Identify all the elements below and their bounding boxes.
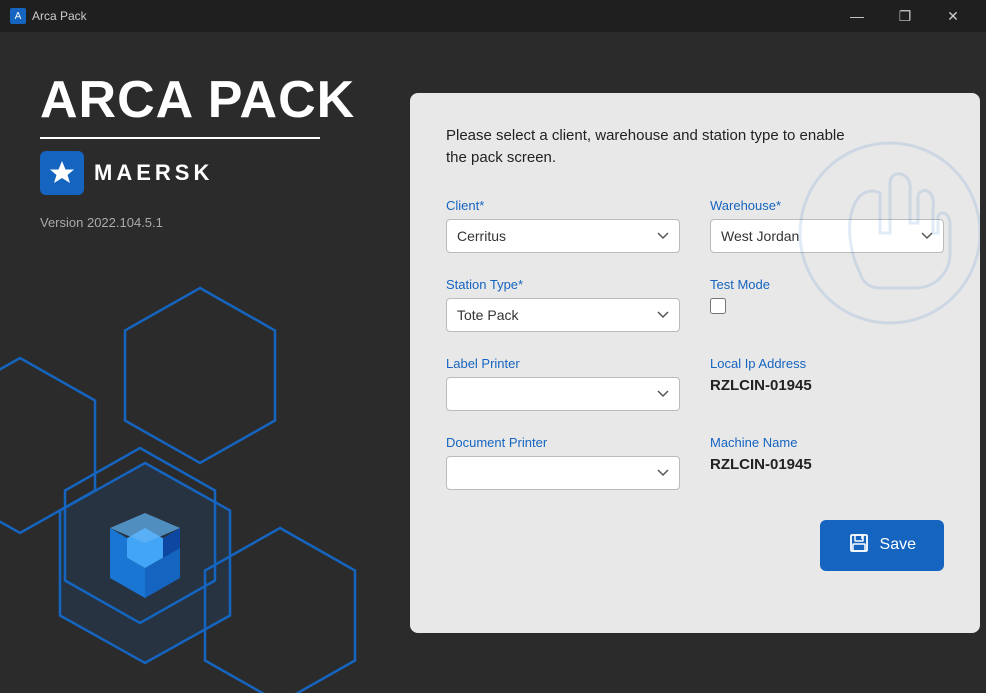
- right-panel: Please select a client, warehouse and st…: [390, 32, 986, 693]
- app-icon: A: [10, 8, 26, 24]
- label-printer-select[interactable]: [446, 377, 680, 411]
- machine-name-value: RZLCIN-01945: [710, 456, 944, 473]
- warehouse-group: Warehouse* West Jordan: [710, 198, 944, 253]
- client-label: Client*: [446, 198, 680, 213]
- save-btn-row: Save: [446, 520, 944, 571]
- machine-name-group: Machine Name RZLCIN-01945: [710, 435, 944, 490]
- minimize-button[interactable]: —: [834, 0, 880, 32]
- app-title: ARCA PACK: [40, 72, 390, 129]
- save-button[interactable]: Save: [820, 520, 944, 571]
- label-printer-label: Label Printer: [446, 356, 680, 371]
- machine-name-label: Machine Name: [710, 435, 944, 450]
- hex-container: [0, 293, 390, 693]
- save-label: Save: [880, 536, 916, 554]
- hex-1: [0, 353, 100, 538]
- warehouse-label: Warehouse*: [710, 198, 944, 213]
- hex-2: [120, 283, 280, 468]
- save-icon: [848, 532, 870, 559]
- local-ip-label: Local Ip Address: [710, 356, 944, 371]
- title-bar-controls: — ❐ ✕: [834, 0, 976, 32]
- title-bar-text: Arca Pack: [32, 9, 87, 23]
- client-select[interactable]: Cerritus: [446, 219, 680, 253]
- hex-3: [60, 443, 220, 628]
- document-printer-label: Document Printer: [446, 435, 680, 450]
- station-type-label: Station Type*: [446, 277, 680, 292]
- client-group: Client* Cerritus: [446, 198, 680, 253]
- title-bar-left: A Arca Pack: [10, 8, 87, 24]
- label-printer-ip-row: Label Printer Local Ip Address RZLCIN-01…: [446, 356, 944, 411]
- form-intro: Please select a client, warehouse and st…: [446, 125, 866, 170]
- test-mode-group: Test Mode: [710, 277, 944, 332]
- version-text: Version 2022.104.5.1: [40, 215, 350, 230]
- test-mode-label: Test Mode: [710, 277, 944, 292]
- maersk-label: MAERSK: [94, 160, 213, 186]
- title-bar: A Arca Pack — ❐ ✕: [0, 0, 986, 32]
- box-hex: [55, 458, 235, 673]
- test-mode-checkbox-row: [710, 298, 944, 314]
- maersk-brand: MAERSK: [40, 151, 350, 195]
- close-button[interactable]: ✕: [930, 0, 976, 32]
- maersk-star-icon: [40, 151, 84, 195]
- warehouse-select[interactable]: West Jordan: [710, 219, 944, 253]
- document-printer-group: Document Printer: [446, 435, 680, 490]
- local-ip-group: Local Ip Address RZLCIN-01945: [710, 356, 944, 411]
- form-card: Please select a client, warehouse and st…: [410, 93, 980, 633]
- document-printer-select[interactable]: [446, 456, 680, 490]
- test-mode-checkbox[interactable]: [710, 298, 726, 314]
- left-panel: ARCA PACK MAERSK Version 2022.104.5.1: [0, 32, 390, 693]
- label-printer-group: Label Printer: [446, 356, 680, 411]
- doc-printer-machine-row: Document Printer Machine Name RZLCIN-019…: [446, 435, 944, 490]
- station-type-group: Station Type* Tote Pack: [446, 277, 680, 332]
- maximize-button[interactable]: ❐: [882, 0, 928, 32]
- local-ip-value: RZLCIN-01945: [710, 377, 944, 394]
- station-testmode-row: Station Type* Tote Pack Test Mode: [446, 277, 944, 332]
- main-content: ARCA PACK MAERSK Version 2022.104.5.1: [0, 32, 986, 693]
- station-type-select[interactable]: Tote Pack: [446, 298, 680, 332]
- title-divider: [40, 137, 320, 139]
- client-warehouse-row: Client* Cerritus Warehouse* West Jordan: [446, 198, 944, 253]
- hex-4: [200, 523, 360, 693]
